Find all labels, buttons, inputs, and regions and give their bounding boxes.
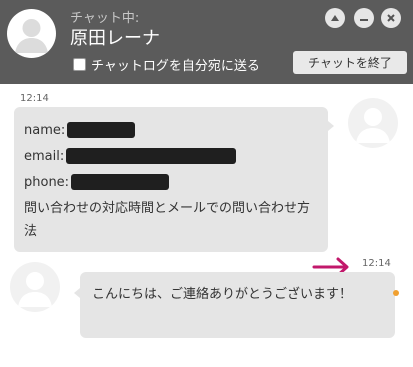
close-icon	[387, 14, 395, 22]
person-icon	[15, 19, 48, 53]
visitor-message-text: 問い合わせの対応時間とメールでの問い合わせ方法	[24, 201, 311, 239]
minimize-button[interactable]	[354, 8, 374, 28]
send-transcript-checkbox[interactable]	[73, 57, 86, 71]
redacted-phone	[71, 174, 170, 190]
email-field: email:	[24, 143, 318, 169]
message-timestamp: 12:14	[20, 93, 49, 104]
person-icon	[356, 108, 390, 143]
agent-message-bubble: こんにちは、ご連絡ありがとうございます！	[74, 272, 395, 338]
email-label: email:	[24, 148, 65, 164]
agent-name: 原田レーナ	[70, 28, 160, 49]
send-transcript-option[interactable]: チャットログを自分宛に送る	[73, 55, 260, 74]
expand-button[interactable]	[325, 8, 345, 28]
name-field: name:	[24, 117, 318, 143]
end-chat-button[interactable]: チャットを終了	[293, 51, 407, 74]
chat-header: チャット中: 原田レーナ チャットログを自分宛に送る チャットを終了	[0, 0, 413, 84]
triangle-up-icon	[331, 15, 339, 21]
unread-indicator	[393, 290, 399, 296]
visitor-message-bubble: name: email: phone: 問い合わせの対応時間とメールでの問い合わ…	[14, 107, 334, 252]
name-label: name:	[24, 122, 66, 138]
minus-icon	[360, 19, 368, 21]
agent-avatar	[7, 9, 56, 58]
phone-label: phone:	[24, 174, 70, 190]
visitor-avatar	[348, 98, 398, 148]
send-transcript-label: チャットログを自分宛に送る	[91, 58, 260, 74]
phone-field: phone:	[24, 169, 318, 195]
close-button[interactable]	[381, 8, 401, 28]
redacted-name	[67, 122, 136, 138]
person-icon	[18, 272, 52, 307]
message-timestamp: 12:14	[362, 258, 391, 269]
agent-message-avatar	[10, 262, 60, 312]
redacted-email	[66, 148, 237, 164]
agent-message-text: こんにちは、ご連絡ありがとうございます！	[92, 287, 353, 302]
